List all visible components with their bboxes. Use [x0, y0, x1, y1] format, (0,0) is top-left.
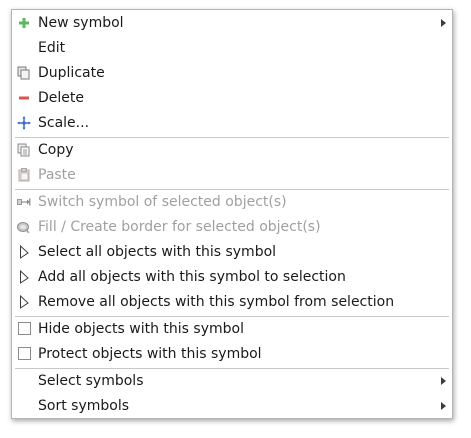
switch-symbol-icon — [17, 198, 31, 206]
paste-icon — [18, 168, 30, 182]
select-cursor-icon — [20, 245, 29, 259]
plus-icon — [19, 18, 29, 28]
menu-item-label: Scale... — [38, 115, 90, 131]
protect-objects-checkbox[interactable] — [18, 347, 31, 360]
menu-item-label: Add all objects with this symbol to sele… — [38, 269, 346, 285]
submenu-arrow-icon — [441, 402, 446, 410]
menu-item-scale[interactable]: Scale... — [12, 111, 452, 135]
duplicate-icon — [17, 66, 30, 80]
menu-item-label: Edit — [38, 40, 66, 56]
menu-item-label: Fill / Create border for selected object… — [38, 219, 321, 235]
menu-item-label: Select symbols — [38, 373, 144, 389]
menu-item-sort-symbols[interactable]: Sort symbols — [12, 394, 452, 418]
menu-item-label: Sort symbols — [38, 398, 129, 414]
menu-item-new-symbol[interactable]: New symbol — [12, 11, 452, 35]
minus-icon — [19, 96, 29, 100]
menu-item-select-symbols[interactable]: Select symbols — [12, 369, 452, 393]
menu-item-copy[interactable]: Copy — [12, 138, 452, 162]
menu-item-remove-objects-from-selection[interactable]: Remove all objects with this symbol from… — [12, 290, 452, 314]
menu-item-label: Duplicate — [38, 65, 105, 81]
menu-item-label: Hide objects with this symbol — [38, 321, 244, 337]
submenu-arrow-icon — [441, 19, 446, 27]
context-menu: New symbol Edit Duplicate Delete Scale..… — [11, 9, 453, 419]
copy-icon — [17, 143, 30, 157]
menu-item-label: Protect objects with this symbol — [38, 346, 262, 362]
menu-item-label: Switch symbol of selected object(s) — [38, 194, 287, 210]
fill-border-icon — [17, 222, 30, 233]
menu-item-paste[interactable]: Paste — [12, 163, 452, 187]
menu-item-switch-symbol[interactable]: Switch symbol of selected object(s) — [12, 190, 452, 214]
menu-item-hide-objects[interactable]: Hide objects with this symbol — [12, 317, 452, 341]
menu-item-add-objects-to-selection[interactable]: Add all objects with this symbol to sele… — [12, 265, 452, 289]
menu-item-delete[interactable]: Delete — [12, 86, 452, 110]
scale-icon — [17, 116, 31, 130]
menu-item-duplicate[interactable]: Duplicate — [12, 61, 452, 85]
menu-item-label: Select all objects with this symbol — [38, 244, 277, 260]
menu-item-protect-objects[interactable]: Protect objects with this symbol — [12, 342, 452, 366]
menu-item-select-all-objects[interactable]: Select all objects with this symbol — [12, 240, 452, 264]
menu-item-fill-create-border[interactable]: Fill / Create border for selected object… — [12, 215, 452, 239]
submenu-arrow-icon — [441, 377, 446, 385]
hide-objects-checkbox[interactable] — [18, 322, 31, 335]
menu-item-label: Delete — [38, 90, 84, 106]
menu-item-label: Copy — [38, 142, 74, 158]
menu-item-label: Remove all objects with this symbol from… — [38, 294, 395, 310]
menu-item-label: Paste — [38, 167, 76, 183]
select-cursor-icon — [20, 295, 29, 309]
menu-item-edit[interactable]: Edit — [12, 36, 452, 60]
menu-item-label: New symbol — [38, 15, 124, 31]
select-cursor-icon — [20, 270, 29, 284]
